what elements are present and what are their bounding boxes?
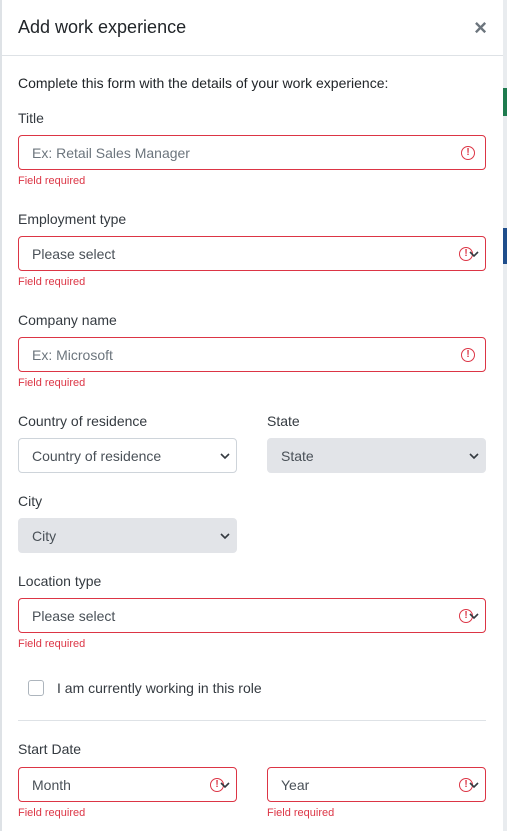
employment-type-label: Employment type (18, 211, 127, 227)
company-name-input[interactable]: Ex: Microsoft ! (18, 337, 486, 372)
modal-title: Add work experience (18, 17, 187, 37)
location-type-group: Location type Please select ! Field requ… (18, 573, 486, 650)
chevron-down-icon (469, 452, 479, 459)
title-label: Title (18, 110, 44, 126)
start-year-group: Year ! Field required (267, 767, 486, 819)
employment-type-value: Please select (32, 245, 116, 262)
start-month-value: Month (32, 776, 71, 793)
chevron-down-icon (469, 612, 479, 619)
section-divider (18, 720, 486, 721)
currently-working-row[interactable]: I am currently working in this role (28, 680, 262, 696)
add-work-experience-modal: Add work experience × Complete this form… (2, 0, 503, 831)
company-name-error: Field required (18, 377, 86, 389)
close-icon[interactable]: × (474, 16, 487, 39)
company-name-group: Company name Ex: Microsoft ! Field requi… (18, 312, 486, 389)
background-edge-right (503, 0, 507, 831)
start-date-group: Start Date (18, 741, 486, 766)
exclamation-circle-icon: ! (461, 145, 475, 160)
start-month-error: Field required (18, 807, 86, 819)
start-month-select[interactable]: Month ! (18, 767, 237, 802)
currently-working-checkbox[interactable] (28, 680, 44, 696)
start-year-error: Field required (267, 807, 335, 819)
location-type-label: Location type (18, 573, 102, 589)
start-year-value: Year (281, 776, 310, 793)
title-input[interactable]: Ex: Retail Sales Manager ! (18, 135, 486, 170)
state-select[interactable]: State (267, 438, 486, 473)
chevron-down-icon (220, 532, 230, 539)
background-strip (503, 88, 507, 116)
city-label: City (18, 493, 43, 509)
exclamation-circle-icon: ! (461, 347, 475, 362)
start-date-label: Start Date (18, 741, 82, 757)
title-group: Title Ex: Retail Sales Manager ! Field r… (18, 110, 486, 187)
start-year-select[interactable]: Year ! (267, 767, 486, 802)
location-type-value: Please select (32, 607, 116, 624)
employment-type-error: Field required (18, 276, 86, 288)
modal-body: Complete this form with the details of y… (2, 75, 503, 91)
country-group: Country of residence Country of residenc… (18, 413, 237, 473)
employment-type-select[interactable]: Please select ! (18, 236, 486, 271)
state-value: State (281, 447, 314, 464)
company-name-label: Company name (18, 312, 117, 328)
currently-working-group: I am currently working in this role (28, 680, 262, 696)
chevron-down-icon (469, 250, 479, 257)
chevron-down-icon (220, 781, 230, 788)
form-intro-text: Complete this form with the details of y… (18, 75, 389, 91)
company-name-placeholder: Ex: Microsoft (32, 346, 113, 363)
state-group: State State (267, 413, 486, 473)
chevron-down-icon (469, 781, 479, 788)
location-type-error: Field required (18, 638, 86, 650)
title-placeholder: Ex: Retail Sales Manager (32, 144, 190, 161)
state-label: State (267, 413, 300, 429)
country-value: Country of residence (32, 447, 162, 464)
city-value: City (32, 527, 57, 544)
employment-type-group: Employment type Please select ! Field re… (18, 211, 486, 288)
chevron-down-icon (220, 452, 230, 459)
title-error: Field required (18, 175, 86, 187)
background-strip (503, 228, 507, 264)
start-month-group: Month ! Field required (18, 767, 237, 819)
modal-header: Add work experience × (2, 0, 503, 56)
city-group: City City (18, 493, 237, 553)
country-select[interactable]: Country of residence (18, 438, 237, 473)
country-label: Country of residence (18, 413, 148, 429)
city-select[interactable]: City (18, 518, 237, 553)
location-type-select[interactable]: Please select ! (18, 598, 486, 633)
currently-working-label: I am currently working in this role (57, 680, 262, 696)
